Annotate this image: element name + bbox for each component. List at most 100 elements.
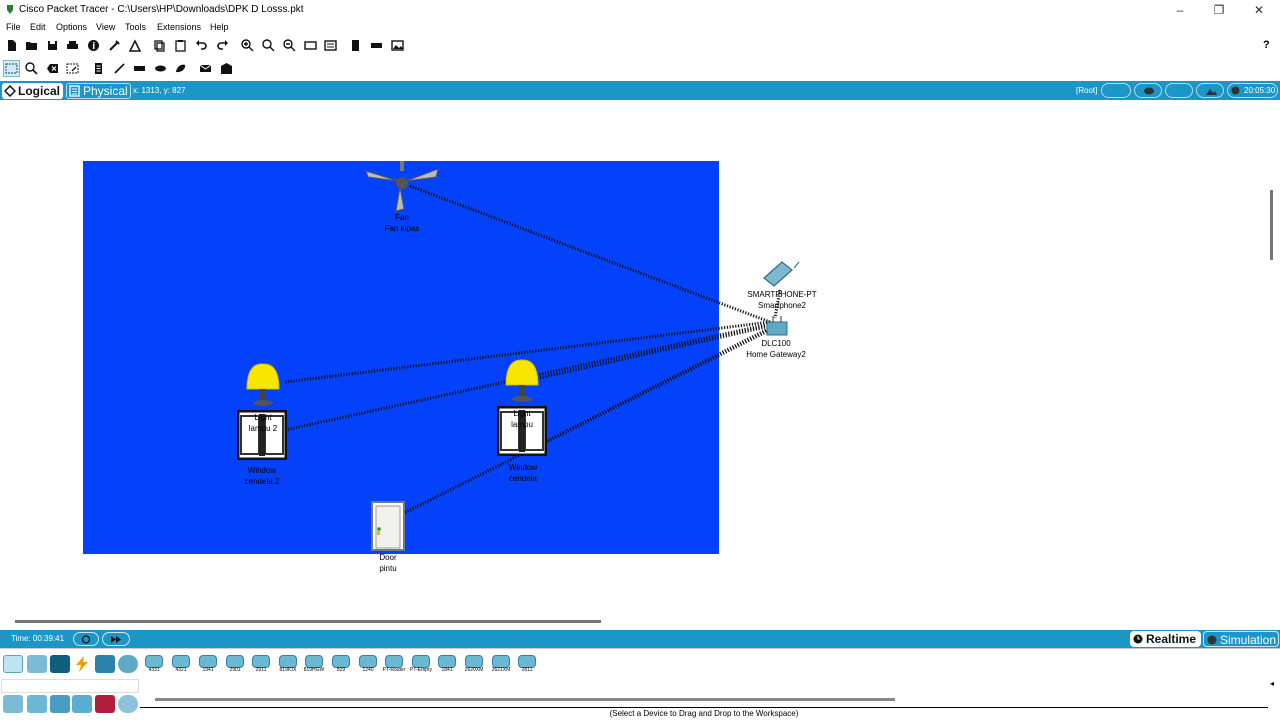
wireless-subcategory-icon[interactable]: [72, 695, 92, 713]
info-icon[interactable]: [85, 37, 102, 54]
miscellaneous-category-icon[interactable]: [95, 655, 115, 673]
freeform-icon[interactable]: [172, 60, 189, 77]
hubs-subcategory-icon[interactable]: [50, 695, 70, 713]
activity-wizard-icon[interactable]: [127, 37, 144, 54]
cursor-coordinates: x: 1313, y: 827: [133, 86, 186, 95]
help-button[interactable]: ?: [1263, 39, 1270, 51]
simulation-mode-button[interactable]: Simulation: [1203, 631, 1279, 647]
open-folder-icon[interactable]: [23, 37, 40, 54]
tab-physical[interactable]: Physical: [66, 83, 131, 99]
device-1841[interactable]: 1841: [435, 653, 459, 675]
delete-icon[interactable]: [44, 60, 61, 77]
inspect-icon[interactable]: [23, 60, 40, 77]
device-2620xm[interactable]: 2620XM: [462, 653, 486, 675]
new-cluster-button[interactable]: [1101, 83, 1131, 98]
paste-icon[interactable]: [172, 37, 189, 54]
lamp-1-icon[interactable]: [502, 359, 542, 409]
gateway-name: DLC100: [761, 339, 791, 348]
draw-rectangle-icon[interactable]: [131, 60, 148, 77]
print-icon[interactable]: [64, 37, 81, 54]
connections-category-icon[interactable]: [72, 655, 92, 673]
wan-emulation-subcategory-icon[interactable]: [118, 695, 138, 713]
menu-extensions[interactable]: Extensions: [157, 22, 201, 32]
menu-options[interactable]: Options: [56, 22, 87, 32]
fan-label: Fan Fan kipas: [385, 212, 420, 234]
realtime-clock-icon: [1133, 634, 1143, 644]
zoom-in-icon[interactable]: [239, 37, 256, 54]
door-icon[interactable]: [371, 501, 405, 551]
power-cycle-button[interactable]: [73, 632, 99, 646]
routers-subcategory-icon[interactable]: [3, 695, 23, 713]
router-view-icon[interactable]: [368, 37, 385, 54]
device-829[interactable]: 829: [329, 653, 353, 675]
environment-time-button[interactable]: 20:05:30: [1227, 83, 1278, 98]
close-button[interactable]: ✕: [1239, 0, 1279, 20]
device-1941[interactable]: 1941: [196, 653, 220, 675]
device-2901[interactable]: 2901: [223, 653, 247, 675]
device-2911[interactable]: 2911: [249, 653, 273, 675]
end-devices-category-icon[interactable]: [27, 655, 47, 673]
device-819hgw[interactable]: 819HGW: [302, 653, 326, 675]
security-subcategory-icon[interactable]: [95, 695, 115, 713]
fan-icon[interactable]: [364, 161, 440, 213]
drawing-palette-icon[interactable]: [302, 37, 319, 54]
notes-icon[interactable]: [347, 37, 364, 54]
lamp-2-icon[interactable]: [243, 363, 283, 413]
smartphone-icon[interactable]: [762, 258, 802, 288]
tab-logical-label: Logical: [18, 84, 61, 98]
device-list-scroll-arrow-icon[interactable]: ◂: [1270, 679, 1274, 688]
device-pt-router[interactable]: PT-Router: [382, 653, 406, 675]
menu-bar: File Edit Options View Tools Extensions …: [0, 20, 1280, 35]
title-bar: Cisco Packet Tracer - C:\Users\HP\Downlo…: [0, 0, 1280, 20]
custom-device-icon[interactable]: [322, 37, 339, 54]
network-wizard-icon[interactable]: [106, 37, 123, 54]
device-4321[interactable]: 4321: [169, 653, 193, 675]
set-tiled-background-button[interactable]: [1165, 83, 1193, 98]
vertical-scrollbar[interactable]: [1270, 190, 1273, 260]
realtime-mode-button[interactable]: Realtime: [1130, 631, 1201, 647]
minimize-button[interactable]: –: [1160, 0, 1200, 20]
fast-forward-button[interactable]: [102, 632, 130, 646]
add-complex-pdu-icon[interactable]: [218, 60, 235, 77]
mode-bar: Logical Physical x: 1313, y: 827 [Root] …: [0, 81, 1280, 100]
device-2621xm[interactable]: 2621XM: [489, 653, 513, 675]
multiuser-category-icon[interactable]: [118, 655, 138, 673]
place-note-icon[interactable]: [90, 60, 107, 77]
maximize-button[interactable]: ❐: [1199, 0, 1239, 20]
save-icon[interactable]: [44, 37, 61, 54]
undo-icon[interactable]: [193, 37, 210, 54]
zoom-reset-icon[interactable]: [260, 37, 277, 54]
device-2811[interactable]: 2811: [515, 653, 539, 675]
device-4331[interactable]: 4331: [142, 653, 166, 675]
device-1240[interactable]: 1240: [356, 653, 380, 675]
home-gateway-icon[interactable]: [764, 316, 790, 338]
menu-help[interactable]: Help: [210, 22, 229, 32]
device-pt-empty[interactable]: PT-Empty: [409, 653, 433, 675]
network-devices-category-icon[interactable]: [3, 655, 23, 673]
horizontal-scrollbar[interactable]: [15, 620, 601, 623]
copy-icon[interactable]: [151, 37, 168, 54]
redo-icon[interactable]: [214, 37, 231, 54]
viewport-button[interactable]: [1196, 83, 1224, 98]
components-category-icon[interactable]: [50, 655, 70, 673]
switches-subcategory-icon[interactable]: [27, 695, 47, 713]
draw-line-icon[interactable]: [111, 60, 128, 77]
window-1-display-name: cendela: [508, 474, 538, 483]
image-icon[interactable]: [389, 37, 406, 54]
menu-view[interactable]: View: [96, 22, 115, 32]
new-file-icon[interactable]: [3, 37, 20, 54]
select-tool-icon[interactable]: [3, 60, 20, 77]
root-breadcrumb[interactable]: [Root]: [1076, 86, 1097, 95]
menu-file[interactable]: File: [6, 22, 21, 32]
device-819iox[interactable]: 819IOX: [276, 653, 300, 675]
move-object-button[interactable]: [1134, 83, 1162, 98]
add-simple-pdu-icon[interactable]: [197, 60, 214, 77]
device-list-scrollbar[interactable]: [155, 698, 895, 701]
zoom-out-icon[interactable]: [281, 37, 298, 54]
resize-shape-icon[interactable]: [64, 60, 81, 77]
menu-edit[interactable]: Edit: [30, 22, 46, 32]
draw-ellipse-icon[interactable]: [152, 60, 169, 77]
menu-tools[interactable]: Tools: [125, 22, 146, 32]
device-type-panel: 4331 4321 1941 2901 2911 819IOX 819HGW 8…: [0, 648, 1280, 720]
tab-logical[interactable]: Logical: [2, 83, 63, 99]
